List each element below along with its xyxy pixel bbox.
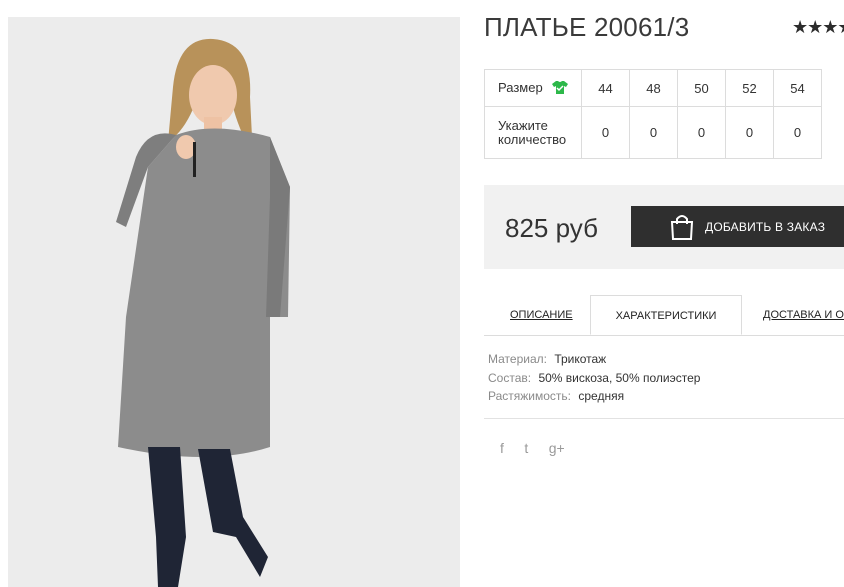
spec-value: Трикотаж	[554, 352, 607, 366]
spec-key: Состав:	[488, 370, 532, 385]
quantity-input[interactable]: 0	[677, 106, 726, 159]
quantity-input[interactable]: 0	[581, 106, 630, 159]
social-share: f t g+	[500, 440, 581, 458]
quantity-input[interactable]: 0	[629, 106, 678, 159]
twitter-icon[interactable]: t	[524, 440, 528, 456]
add-to-order-button[interactable]: ДОБАВИТЬ В ЗАКАЗ	[631, 206, 844, 247]
price: 825 руб	[505, 213, 598, 243]
tab-characteristics[interactable]: ХАРАКТЕРИСТИКИ	[590, 295, 742, 335]
size-52[interactable]: 52	[725, 69, 774, 107]
product-photo[interactable]	[8, 17, 460, 587]
size-row: Размер 44 48 50 52 54	[484, 69, 822, 107]
google-plus-icon[interactable]: g+	[549, 440, 565, 456]
quantity-input[interactable]: 0	[773, 106, 822, 159]
size-50[interactable]: 50	[677, 69, 726, 107]
shopping-bag-icon	[669, 213, 695, 244]
quantity-row: Укажите количество 0 0 0 0 0	[484, 106, 822, 159]
divider	[484, 418, 844, 419]
product-title: ПЛАТЬЕ 20061/3	[484, 12, 690, 42]
specs-list: Материал: Трикотаж Состав: 50% вискоза, …	[488, 350, 700, 406]
size-label-cell: Размер	[484, 69, 582, 107]
price-box: 825 руб ДОБАВИТЬ В ЗАКАЗ	[484, 185, 844, 269]
size-54[interactable]: 54	[773, 69, 822, 107]
quantity-label: Укажите количество	[484, 106, 582, 159]
spec-composition: Состав: 50% вискоза, 50% полиэстер	[488, 369, 700, 388]
spec-value: средняя	[578, 389, 625, 403]
tab-delivery[interactable]: ДОСТАВКА И ОП	[763, 295, 844, 335]
quantity-input[interactable]: 0	[725, 106, 774, 159]
size-44[interactable]: 44	[581, 69, 630, 107]
size-table: Размер 44 48 50 52 54 Укажите количество…	[484, 69, 822, 159]
spec-key: Материал:	[488, 352, 547, 366]
spec-value: 50% вискоза, 50% полиэстер	[538, 370, 701, 385]
product-tabs: ОПИСАНИЕ ХАРАКТЕРИСТИКИ ДОСТАВКА И ОП	[484, 295, 844, 336]
size-48[interactable]: 48	[629, 69, 678, 107]
tab-description[interactable]: ОПИСАНИЕ	[510, 295, 573, 335]
spec-material: Материал: Трикотаж	[488, 350, 700, 369]
size-chart-icon[interactable]	[552, 80, 569, 97]
rating-stars[interactable]: ★★★★	[792, 17, 844, 38]
spec-stretch: Растяжимость: средняя	[488, 387, 700, 406]
size-label: Размер	[498, 79, 543, 95]
add-to-order-label: ДОБАВИТЬ В ЗАКАЗ	[705, 219, 826, 234]
spec-key: Растяжимость:	[488, 389, 572, 403]
facebook-icon[interactable]: f	[500, 440, 504, 456]
